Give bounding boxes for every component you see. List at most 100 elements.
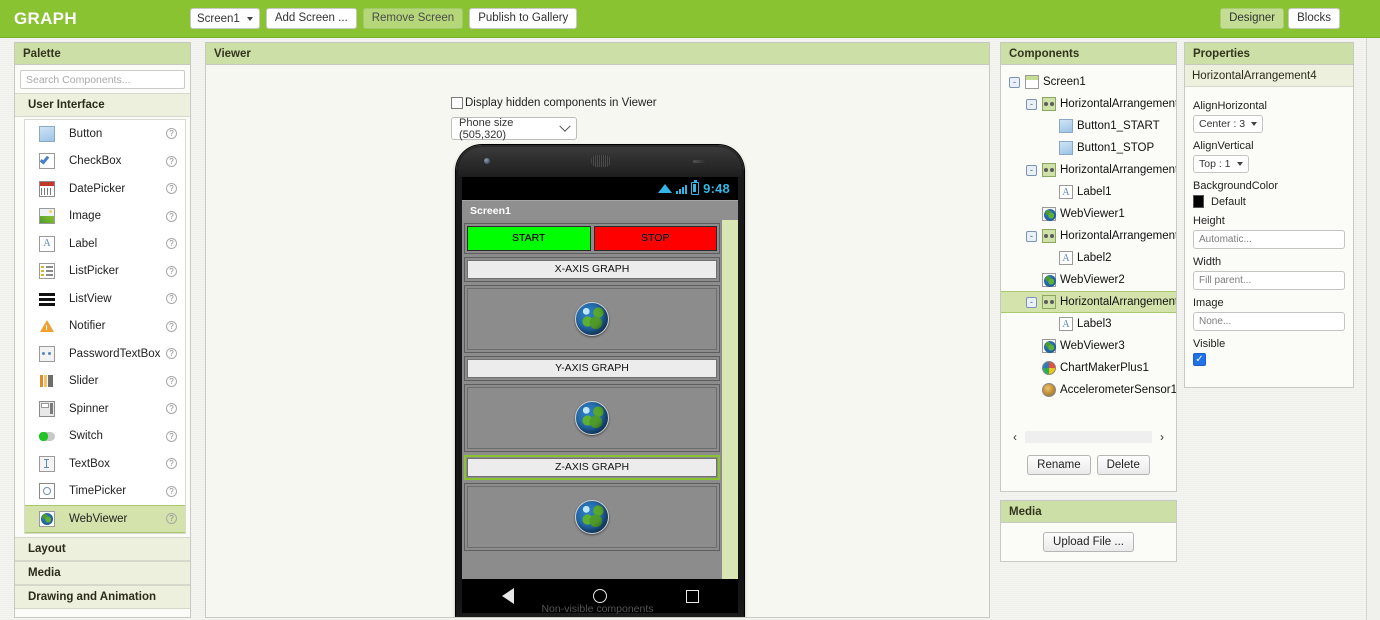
palette-item-label: CheckBox	[69, 155, 122, 168]
palette-section-drawing-and-animation[interactable]: Drawing and Animation	[15, 584, 190, 609]
visible-checkbox[interactable]: ✓	[1193, 353, 1206, 366]
palette-item-webviewer[interactable]: WebViewer?	[25, 505, 185, 533]
help-icon[interactable]: ?	[166, 183, 177, 195]
tab-designer[interactable]: Designer	[1220, 8, 1285, 29]
page-scrollbar[interactable]	[1366, 38, 1380, 620]
help-icon[interactable]: ?	[166, 430, 177, 442]
tree-node-horizontalarrangement3[interactable]: - HorizontalArrangement3	[1001, 225, 1176, 247]
tree-node-horizontalarrangement2[interactable]: - HorizontalArrangement2	[1001, 159, 1176, 181]
screen-selector-dropdown[interactable]: Screen1	[190, 8, 260, 29]
listpicker-icon	[39, 263, 55, 280]
phone-row-webviewer[interactable]	[464, 483, 720, 551]
palette-item-passwordtextbox[interactable]: PasswordTextBox?	[25, 340, 185, 368]
search-components-input[interactable]	[20, 70, 185, 89]
tree-node-button1_stop[interactable]: Button1_STOP	[1001, 137, 1176, 159]
palette-item-notifier[interactable]: Notifier?	[25, 313, 185, 341]
upload-file-button[interactable]: Upload File ...	[1043, 532, 1134, 552]
tree-node-accelerometersensor1[interactable]: AccelerometerSensor1	[1001, 379, 1176, 401]
add-screen-button[interactable]: Add Screen ...	[265, 8, 357, 29]
scroll-track[interactable]	[1025, 431, 1152, 443]
image-input[interactable]	[1193, 312, 1345, 331]
help-icon[interactable]: ?	[166, 320, 177, 332]
help-icon[interactable]: ?	[166, 155, 177, 167]
tree-node-button1_start[interactable]: Button1_START	[1001, 115, 1176, 137]
palette-item-datepicker[interactable]: DatePicker?	[25, 175, 185, 203]
help-icon[interactable]: ?	[166, 293, 177, 305]
tree-node-webviewer3[interactable]: WebViewer3	[1001, 335, 1176, 357]
help-icon[interactable]: ?	[166, 210, 177, 222]
background-color-picker[interactable]: Default	[1193, 195, 1345, 208]
tree-collapse-icon[interactable]: -	[1026, 296, 1037, 308]
help-icon[interactable]: ?	[166, 458, 177, 470]
help-icon[interactable]: ?	[166, 238, 177, 250]
tree-collapse-icon[interactable]: -	[1026, 98, 1037, 110]
palette-item-label[interactable]: A Label?	[25, 230, 185, 258]
palette-item-label: DatePicker	[69, 182, 126, 195]
tree-collapse-icon[interactable]: -	[1009, 76, 1020, 88]
scroll-right-icon[interactable]: ›	[1156, 430, 1168, 444]
palette-item-checkbox[interactable]: CheckBox?	[25, 148, 185, 176]
scroll-left-icon[interactable]: ‹	[1009, 430, 1021, 444]
phone-row-webviewer[interactable]	[464, 384, 720, 452]
phone-stop-button[interactable]: STOP	[593, 226, 717, 251]
phone-webviewer[interactable]	[467, 486, 717, 548]
tree-node-screen1[interactable]: - Screen1	[1001, 71, 1176, 93]
phone-row-label[interactable]: X-AXIS GRAPH	[464, 257, 720, 282]
phone-webviewer[interactable]	[467, 288, 717, 350]
help-icon[interactable]: ?	[166, 485, 177, 497]
phone-row-label[interactable]: Y-AXIS GRAPH	[464, 356, 720, 381]
palette-item-spinner[interactable]: Spinner?	[25, 395, 185, 423]
webviewer-icon	[39, 510, 55, 527]
tree-node-label2[interactable]: A Label2	[1001, 247, 1176, 269]
home-icon[interactable]	[592, 589, 607, 603]
phone-webviewer[interactable]	[467, 387, 717, 449]
remove-screen-button[interactable]: Remove Screen	[362, 8, 464, 29]
tab-blocks[interactable]: Blocks	[1288, 8, 1340, 29]
components-hscrollbar[interactable]: ‹ ›	[1009, 429, 1168, 445]
datepicker-icon	[39, 180, 55, 197]
align-vertical-dropdown[interactable]: Top : 1	[1193, 155, 1249, 173]
align-horizontal-dropdown[interactable]: Center : 3	[1193, 115, 1264, 133]
height-input[interactable]	[1193, 230, 1345, 249]
tree-node-label3[interactable]: A Label3	[1001, 313, 1176, 335]
delete-button[interactable]: Delete	[1096, 455, 1150, 475]
tree-collapse-icon[interactable]: -	[1026, 164, 1037, 176]
palette-item-timepicker[interactable]: TimePicker?	[25, 478, 185, 506]
palette-item-switch[interactable]: Switch?	[25, 423, 185, 451]
palette-section-user-interface[interactable]: User Interface	[15, 93, 190, 117]
tree-node-horizontalarrangement1[interactable]: - HorizontalArrangement1	[1001, 93, 1176, 115]
tree-node-chartmakerplus1[interactable]: ChartMakerPlus1	[1001, 357, 1176, 379]
help-icon[interactable]: ?	[166, 128, 177, 140]
phone-start-button[interactable]: START	[467, 226, 591, 251]
recents-icon[interactable]	[685, 589, 699, 603]
palette-section-media[interactable]: Media	[15, 560, 190, 585]
tree-node-horizontalarrangement4[interactable]: - HorizontalArrangement4	[1001, 291, 1176, 313]
phone-row-buttons[interactable]: START STOP	[464, 223, 720, 254]
phone-row-label[interactable]: Z-AXIS GRAPH	[464, 455, 720, 480]
back-icon[interactable]	[501, 588, 514, 604]
help-icon[interactable]: ?	[166, 375, 177, 387]
rename-button[interactable]: Rename	[1027, 455, 1091, 475]
palette-item-slider[interactable]: Slider?	[25, 368, 185, 396]
tree-collapse-icon[interactable]: -	[1026, 230, 1037, 242]
palette-section-layout[interactable]: Layout	[15, 536, 190, 561]
publish-to-gallery-button[interactable]: Publish to Gallery	[469, 8, 578, 29]
help-icon[interactable]: ?	[166, 265, 177, 277]
help-icon[interactable]: ?	[166, 403, 177, 415]
tree-node-label: Screen1	[1043, 76, 1086, 88]
tree-node-webviewer1[interactable]: WebViewer1	[1001, 203, 1176, 225]
palette-item-button[interactable]: Button?	[25, 120, 185, 148]
phone-row-webviewer[interactable]	[464, 285, 720, 353]
help-icon[interactable]: ?	[166, 348, 177, 360]
help-icon[interactable]: ?	[166, 513, 177, 525]
palette-item-image[interactable]: Image?	[25, 203, 185, 231]
display-hidden-checkbox[interactable]	[451, 97, 463, 109]
properties-body: HorizontalArrangement4 AlignHorizontal C…	[1184, 65, 1354, 388]
palette-item-listview[interactable]: ListView?	[25, 285, 185, 313]
phone-size-dropdown[interactable]: Phone size (505,320)	[451, 117, 577, 141]
width-input[interactable]	[1193, 271, 1345, 290]
tree-node-webviewer2[interactable]: WebViewer2	[1001, 269, 1176, 291]
palette-item-textbox[interactable]: TextBox?	[25, 450, 185, 478]
tree-node-label1[interactable]: A Label1	[1001, 181, 1176, 203]
palette-item-listpicker[interactable]: ListPicker?	[25, 258, 185, 286]
